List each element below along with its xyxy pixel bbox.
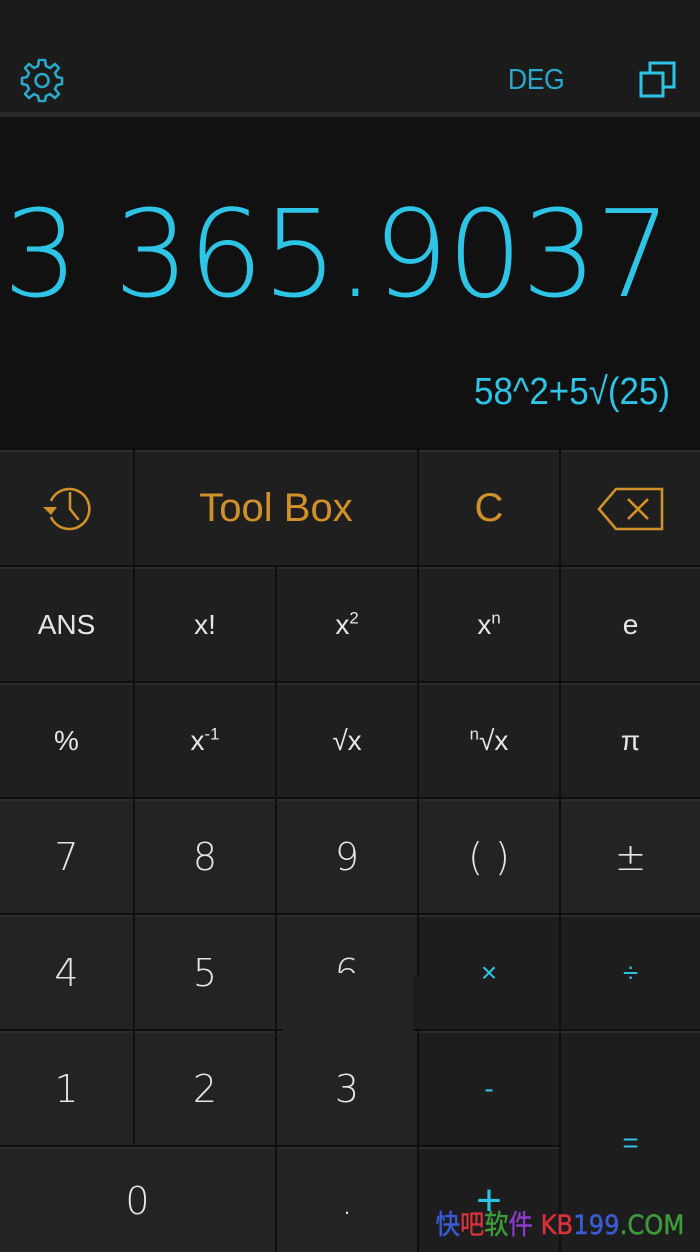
plus-minus-key[interactable]: ± (561, 799, 700, 913)
square-key-label: x2 (335, 608, 359, 640)
multiply-key[interactable]: × (419, 915, 559, 1029)
pi-key-label: π (620, 725, 641, 756)
digit-4-key[interactable]: 4 (0, 915, 133, 1029)
equals-key[interactable]: = (561, 1031, 700, 1252)
clear-button[interactable]: C (419, 450, 559, 565)
render-artifact (283, 978, 413, 1068)
toolbox-button[interactable]: Tool Box (135, 450, 417, 565)
euler-key-label: e (622, 609, 639, 640)
add-key[interactable]: + (419, 1147, 559, 1252)
euler-key[interactable]: e (561, 567, 700, 681)
divide-key[interactable]: ÷ (561, 915, 700, 1029)
top-bar: DEG (0, 0, 700, 117)
copy-button[interactable] (634, 56, 682, 104)
ans-key[interactable]: ANS (0, 567, 133, 681)
square-key[interactable]: x2 (277, 567, 417, 681)
backspace-button[interactable] (561, 450, 700, 565)
gear-icon (20, 58, 64, 103)
render-artifact (413, 976, 435, 1028)
factorial-key[interactable]: x! (135, 567, 275, 681)
digit-2-key[interactable]: 2 (135, 1031, 275, 1145)
digit-6-key-label: 6 (334, 951, 360, 973)
keypad: Tool Box C ANS x! x2 xn e % x-1 √x n√x π… (0, 448, 700, 1252)
ans-key-label: ANS (37, 609, 96, 640)
reciprocal-key[interactable]: x-1 (135, 683, 275, 797)
digit-5-key[interactable]: 5 (135, 915, 275, 1029)
power-key[interactable]: xn (419, 567, 559, 681)
sqrt-key-label: √x (332, 725, 362, 756)
display-panel: 3 365.9037 58^2+5√(25) (0, 117, 700, 448)
percent-key-label: % (54, 725, 79, 756)
expression-input[interactable]: 58^2+5√(25) (474, 367, 670, 417)
history-button[interactable] (0, 450, 133, 565)
digit-8-key[interactable]: 8 (135, 799, 275, 913)
nth-root-key-label: n√x (469, 724, 509, 756)
digit-1-key[interactable]: 1 (0, 1031, 133, 1145)
calculator-app: DEG 3 365.9037 58^2+5√(25) Tool Box C AN… (0, 0, 700, 1252)
copy-icon (639, 61, 676, 98)
factorial-key-label: x! (194, 609, 216, 640)
settings-button[interactable] (16, 54, 68, 106)
history-icon (42, 487, 91, 530)
digit-9-key[interactable]: 9 (277, 799, 417, 913)
sqrt-key[interactable]: √x (277, 683, 417, 797)
angle-mode-toggle[interactable]: DEG (508, 60, 565, 100)
decimal-key[interactable]: . (277, 1147, 417, 1252)
percent-key[interactable]: % (0, 683, 133, 797)
digit-0-key[interactable]: 0 (0, 1147, 275, 1252)
pi-key[interactable]: π (561, 683, 700, 797)
power-key-label: xn (477, 608, 501, 640)
result-value: 3 365.9037 (3, 186, 671, 325)
digit-7-key[interactable]: 7 (0, 799, 133, 913)
nth-root-key[interactable]: n√x (419, 683, 559, 797)
subtract-key[interactable]: - (419, 1031, 559, 1145)
backspace-icon (596, 487, 663, 530)
parentheses-key[interactable]: ( ) (419, 799, 559, 913)
reciprocal-key-label: x-1 (190, 724, 220, 756)
